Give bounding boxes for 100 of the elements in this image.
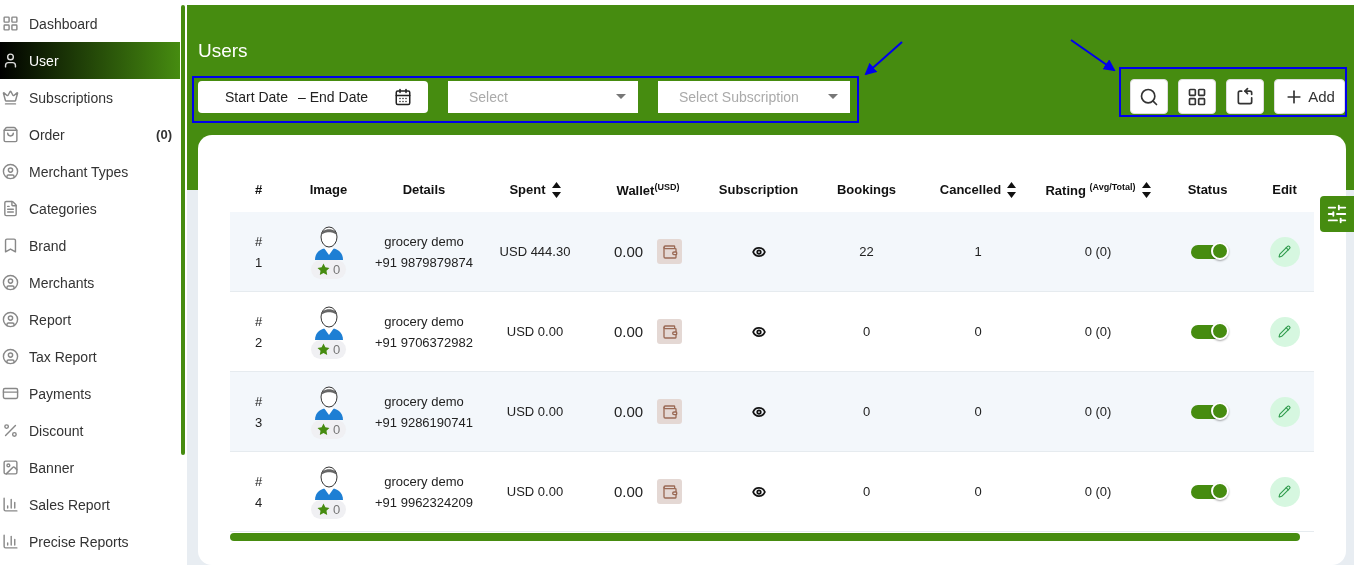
wallet-amount: 0.00 <box>613 323 644 340</box>
star-icon <box>316 423 330 436</box>
view-icon[interactable] <box>751 404 766 419</box>
avatar-icon <box>312 304 345 340</box>
edit-button[interactable] <box>1269 316 1300 347</box>
user-circle-icon <box>2 163 19 180</box>
column-header: Image <box>309 182 348 197</box>
star-icon <box>316 263 330 276</box>
user-name: grocery demo <box>384 393 464 409</box>
row-hash: # <box>254 313 263 329</box>
sidebar-item[interactable]: Merchants <box>0 264 180 301</box>
sidebar-item[interactable]: Subscriptions <box>0 79 180 116</box>
edit-button[interactable] <box>1269 396 1300 427</box>
bookings-count: 22 <box>859 244 874 259</box>
bookmark-icon <box>2 237 19 254</box>
user-name: grocery demo <box>384 473 464 489</box>
user-phone: +91 9286190741 <box>375 414 473 430</box>
status-toggle[interactable] <box>1190 484 1225 499</box>
pencil-icon <box>1278 485 1291 498</box>
rating-badge: 0 <box>310 260 347 279</box>
wallet-icon <box>661 483 678 500</box>
wallet-icon <box>661 403 678 420</box>
scrollbar[interactable] <box>181 5 185 455</box>
order-count: (0) <box>156 127 172 142</box>
column-header: Details <box>402 182 446 197</box>
user-name: grocery demo <box>384 313 464 329</box>
document-icon <box>2 200 19 217</box>
annotation-arrow <box>864 41 903 76</box>
cancelled-count: 0 <box>974 404 982 419</box>
column-header: Subscription <box>718 182 799 197</box>
bookings-count: 0 <box>862 404 871 419</box>
sidebar-item[interactable]: Brand <box>0 227 180 264</box>
sidebar-item[interactable]: Merchant Types <box>0 153 180 190</box>
percent-icon <box>2 422 19 439</box>
cancelled-count: 0 <box>974 484 982 499</box>
sort-icon[interactable] <box>1007 181 1017 198</box>
edit-button[interactable] <box>1269 476 1300 507</box>
column-header: Rating $^{(Avg/Total)}$ <box>1045 181 1136 198</box>
sort-icon[interactable] <box>1141 181 1151 198</box>
sidebar-item[interactable]: Tax Report <box>0 338 180 375</box>
edit-button[interactable] <box>1269 236 1300 267</box>
user-circle-icon <box>2 311 19 328</box>
sidebar-item[interactable]: Precise Reports <box>0 523 180 560</box>
row-hash: # <box>254 393 263 409</box>
wallet-button[interactable] <box>657 479 683 504</box>
bag-icon <box>2 126 19 143</box>
annotation-arrow <box>1070 39 1116 72</box>
column-header: Spent <box>509 182 546 197</box>
sidebar-item[interactable]: Sales Report <box>0 486 180 523</box>
user-circle-icon <box>2 274 19 291</box>
wallet-amount: 0.00 <box>613 403 644 420</box>
row-hash: # <box>254 233 263 249</box>
column-header: Cancelled <box>939 182 1002 197</box>
rating-badge: 0 <box>310 340 347 359</box>
chart-icon <box>2 496 19 513</box>
wallet-amount: 0.00 <box>613 243 644 260</box>
grid-view-button[interactable] <box>1178 79 1216 114</box>
view-icon[interactable] <box>751 484 766 499</box>
refresh-button[interactable] <box>1226 79 1264 114</box>
search-button[interactable] <box>1130 79 1168 114</box>
row-number: 2 <box>254 334 263 350</box>
column-header: # <box>254 182 263 197</box>
add-button[interactable]: Add <box>1274 79 1345 114</box>
scrollbar[interactable] <box>230 533 1300 541</box>
wallet-icon <box>661 323 678 340</box>
sidebar-item[interactable]: Categories <box>0 190 180 227</box>
image-icon <box>2 459 19 476</box>
pencil-icon <box>1278 325 1291 338</box>
row-hash: # <box>254 473 263 489</box>
sidebar-item[interactable]: Report <box>0 301 180 338</box>
sidebar-item[interactable]: Banner <box>0 449 180 486</box>
rating-value: 0 (0) <box>1084 484 1112 499</box>
rating-badge: 0 <box>310 500 347 519</box>
cancelled-count: 1 <box>974 244 982 259</box>
sidebar-item[interactable]: Discount <box>0 412 180 449</box>
bookings-count: 0 <box>862 484 871 499</box>
status-toggle[interactable] <box>1190 324 1225 339</box>
date-range-field[interactable]: Start Date – End Date <box>198 80 428 113</box>
view-icon[interactable] <box>751 324 766 339</box>
rating-value: 0 (0) <box>1084 324 1112 339</box>
calendar-icon <box>394 87 412 106</box>
row-number: 4 <box>254 494 263 510</box>
column-header: Wallet$^{(USD)}$ <box>616 181 680 198</box>
card-icon <box>2 385 19 402</box>
wallet-button[interactable] <box>657 319 683 344</box>
wallet-button[interactable] <box>657 239 683 264</box>
view-icon[interactable] <box>751 244 766 259</box>
sort-icon[interactable] <box>551 181 561 198</box>
avatar-icon <box>312 384 345 420</box>
avatar-icon <box>312 464 345 500</box>
star-icon <box>316 503 330 516</box>
sidebar-item[interactable]: Dashboard <box>0 5 180 42</box>
refresh-icon <box>1235 86 1255 107</box>
star-icon <box>316 343 330 356</box>
pencil-icon <box>1278 405 1291 418</box>
wallet-button[interactable] <box>657 399 683 424</box>
sidebar-item[interactable]: User <box>0 42 180 79</box>
settings-button[interactable] <box>1320 196 1354 232</box>
sidebar-item[interactable]: Order (0) <box>0 116 180 153</box>
sidebar-item[interactable]: Payments <box>0 375 180 412</box>
